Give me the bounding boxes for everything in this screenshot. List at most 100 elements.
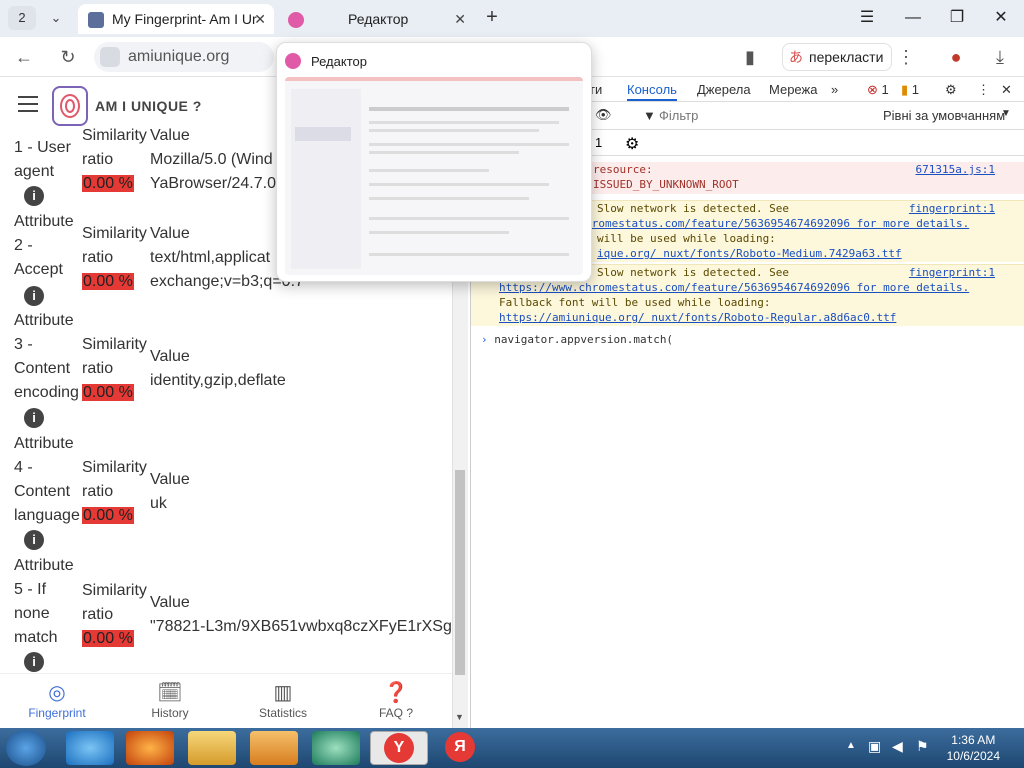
- similarity-ratio-value: 0.00 %: [82, 273, 134, 290]
- media-player-icon[interactable]: [250, 731, 298, 765]
- tab-console[interactable]: Консоль: [627, 82, 677, 101]
- source-link[interactable]: 671315a.js:1: [916, 162, 995, 177]
- attribute-name: 1 - User agent: [14, 139, 71, 180]
- attribute-name: Attribute 5 - If none match: [14, 557, 74, 646]
- tray-expand-icon[interactable]: ▲: [846, 740, 856, 751]
- tab-preview-thumbnail: [285, 77, 583, 275]
- console-input[interactable]: › navigator.appversion.match(: [471, 332, 1024, 350]
- translate-label: перекласти: [809, 49, 884, 65]
- page-favicon-icon: [88, 12, 104, 29]
- close-devtools-icon[interactable]: ✕: [1001, 82, 1012, 98]
- popup-title: Редактор: [311, 54, 367, 69]
- yandex-icon[interactable]: Я: [436, 731, 484, 765]
- nav-label: FAQ ?: [378, 706, 413, 720]
- hamburger-menu-icon[interactable]: [18, 96, 38, 112]
- info-icon[interactable]: i: [24, 530, 44, 550]
- attribute-name: Attribute 4 - Content language: [14, 435, 80, 524]
- chevron-down-icon[interactable]: ▼: [1001, 108, 1011, 119]
- levels-dropdown[interactable]: Рівні за умовчанням: [883, 108, 1005, 123]
- scrollbar-thumb[interactable]: [455, 470, 465, 675]
- nav-faq[interactable]: ❓ FAQ ?: [351, 682, 441, 720]
- bottom-navigation: ◎ Fingerprint 🗓 History ▥ Statistics ❓ FAQ ?: [0, 673, 452, 728]
- back-button[interactable]: ←: [10, 43, 38, 71]
- bookmark-icon[interactable]: ▮: [736, 43, 764, 71]
- chevron-down-icon[interactable]: ⌄: [42, 6, 70, 30]
- more-options-icon[interactable]: ⋮: [977, 82, 990, 98]
- reload-button[interactable]: ↻: [54, 43, 82, 71]
- info-icon[interactable]: i: [24, 652, 44, 672]
- info-icon[interactable]: i: [24, 186, 44, 206]
- close-window-button[interactable]: ✕: [986, 6, 1016, 30]
- nav-label: Fingerprint: [28, 706, 86, 720]
- nav-fingerprint[interactable]: ◎ Fingerprint: [12, 682, 102, 720]
- console-input-text: navigator.appversion.match(: [494, 333, 674, 346]
- flag-icon[interactable]: ⚑: [916, 738, 929, 755]
- restore-button[interactable]: ❐: [942, 6, 972, 30]
- messenger-icon[interactable]: [312, 731, 360, 765]
- internet-explorer-icon[interactable]: [66, 731, 114, 765]
- nav-statistics[interactable]: ▥ Statistics: [238, 682, 328, 720]
- tab-network[interactable]: Мережа: [769, 82, 817, 97]
- fingerprint-icon: ◎: [48, 682, 66, 704]
- history-icon: 🗓: [157, 682, 183, 704]
- download-icon[interactable]: ⤓: [986, 43, 1014, 71]
- similarity-label: Similarity ratio 0.00 %: [82, 225, 147, 290]
- avatar[interactable]: ●: [942, 43, 970, 71]
- new-tab-button[interactable]: +: [480, 6, 504, 30]
- menu-icon[interactable]: ☰: [852, 6, 882, 30]
- clock[interactable]: 1:36 AM 10/6/2024: [947, 732, 1000, 764]
- filter-input[interactable]: Фільтр: [659, 108, 698, 123]
- close-icon[interactable]: ✕: [454, 4, 466, 34]
- bar-chart-icon: ▥: [273, 682, 293, 704]
- eye-icon[interactable]: 👁: [595, 107, 612, 123]
- font-link[interactable]: https://amiunique.org/ nuxt/fonts/Roboto…: [499, 310, 1024, 325]
- source-link[interactable]: fingerprint:1: [909, 265, 995, 280]
- close-icon[interactable]: ✕: [254, 4, 266, 34]
- more-tabs-icon[interactable]: »: [831, 82, 838, 97]
- filter-icon: ▼: [643, 108, 656, 123]
- editor-favicon-icon: [288, 12, 304, 29]
- tab-fingerprint[interactable]: My Fingerprint- Am I Ur ✕: [78, 4, 274, 34]
- gear-icon[interactable]: ⚙: [625, 134, 639, 154]
- firefox-icon[interactable]: [126, 731, 174, 765]
- fingerprint-logo-icon[interactable]: [52, 86, 88, 126]
- help-icon: ❓: [383, 682, 409, 704]
- gear-icon[interactable]: ⚙: [945, 82, 957, 98]
- yandex-browser-icon[interactable]: Y: [370, 731, 428, 765]
- address-bar[interactable]: amiunique.org: [94, 42, 274, 72]
- brand-name: AM I UNIQUE ?: [95, 98, 202, 114]
- volume-icon[interactable]: ◀: [892, 738, 903, 755]
- windows-taskbar: Y Я ▲ ▣ ◀ ⚑ 1:36 AM 10/6/2024: [0, 728, 1024, 768]
- warning-count-badge[interactable]: ▮ 1: [901, 82, 919, 98]
- info-icon[interactable]: i: [24, 286, 44, 306]
- scroll-down-arrow-icon[interactable]: ▼: [455, 712, 464, 722]
- nav-label: History: [151, 706, 189, 720]
- attribute-name: Attribute 3 - Content encoding: [14, 312, 79, 401]
- similarity-label: Similarity ratio 0.00 %: [82, 459, 147, 524]
- attribute-name: Attribute 2 - Accept: [14, 213, 74, 278]
- source-link[interactable]: fingerprint:1: [909, 201, 995, 216]
- network-icon[interactable]: ▣: [868, 738, 881, 755]
- start-button[interactable]: [6, 730, 46, 766]
- tab-title: My Fingerprint- Am I Ur: [112, 11, 257, 27]
- nav-label: Statistics: [258, 706, 307, 720]
- tab-count-button[interactable]: 2: [8, 6, 36, 30]
- file-explorer-icon[interactable]: [188, 731, 236, 765]
- info-icon[interactable]: i: [24, 408, 44, 428]
- chromestatus-link[interactable]: https://www.chromestatus.com/feature/563…: [499, 280, 1024, 295]
- similarity-ratio-value: 0.00 %: [82, 384, 134, 401]
- issues-count[interactable]: 1: [595, 135, 602, 150]
- translate-button[interactable]: あ перекласти: [782, 43, 892, 71]
- tab-editor[interactable]: Редактор ✕: [278, 4, 474, 34]
- tab-sources[interactable]: Джерела: [697, 82, 751, 97]
- attribute-value: Value Mozilla/5.0 (Wind YaBrowser/24.7.0: [150, 127, 276, 192]
- error-count-badge[interactable]: ⊗ 1: [867, 82, 889, 98]
- similarity-label: Similarity ratio 0.00 %: [82, 336, 147, 401]
- similarity-label: Similarity ratio 0.00 %: [82, 127, 147, 192]
- minimize-button[interactable]: —: [898, 6, 928, 30]
- attribute-value: Value "78821-L3m/9XB651vwbxq8czXFyE1rXSg": [150, 594, 452, 635]
- tab-title: Редактор: [348, 11, 409, 27]
- nav-history[interactable]: 🗓 History: [125, 682, 215, 720]
- lock-icon: [100, 47, 120, 67]
- more-icon[interactable]: ⋮: [892, 43, 920, 71]
